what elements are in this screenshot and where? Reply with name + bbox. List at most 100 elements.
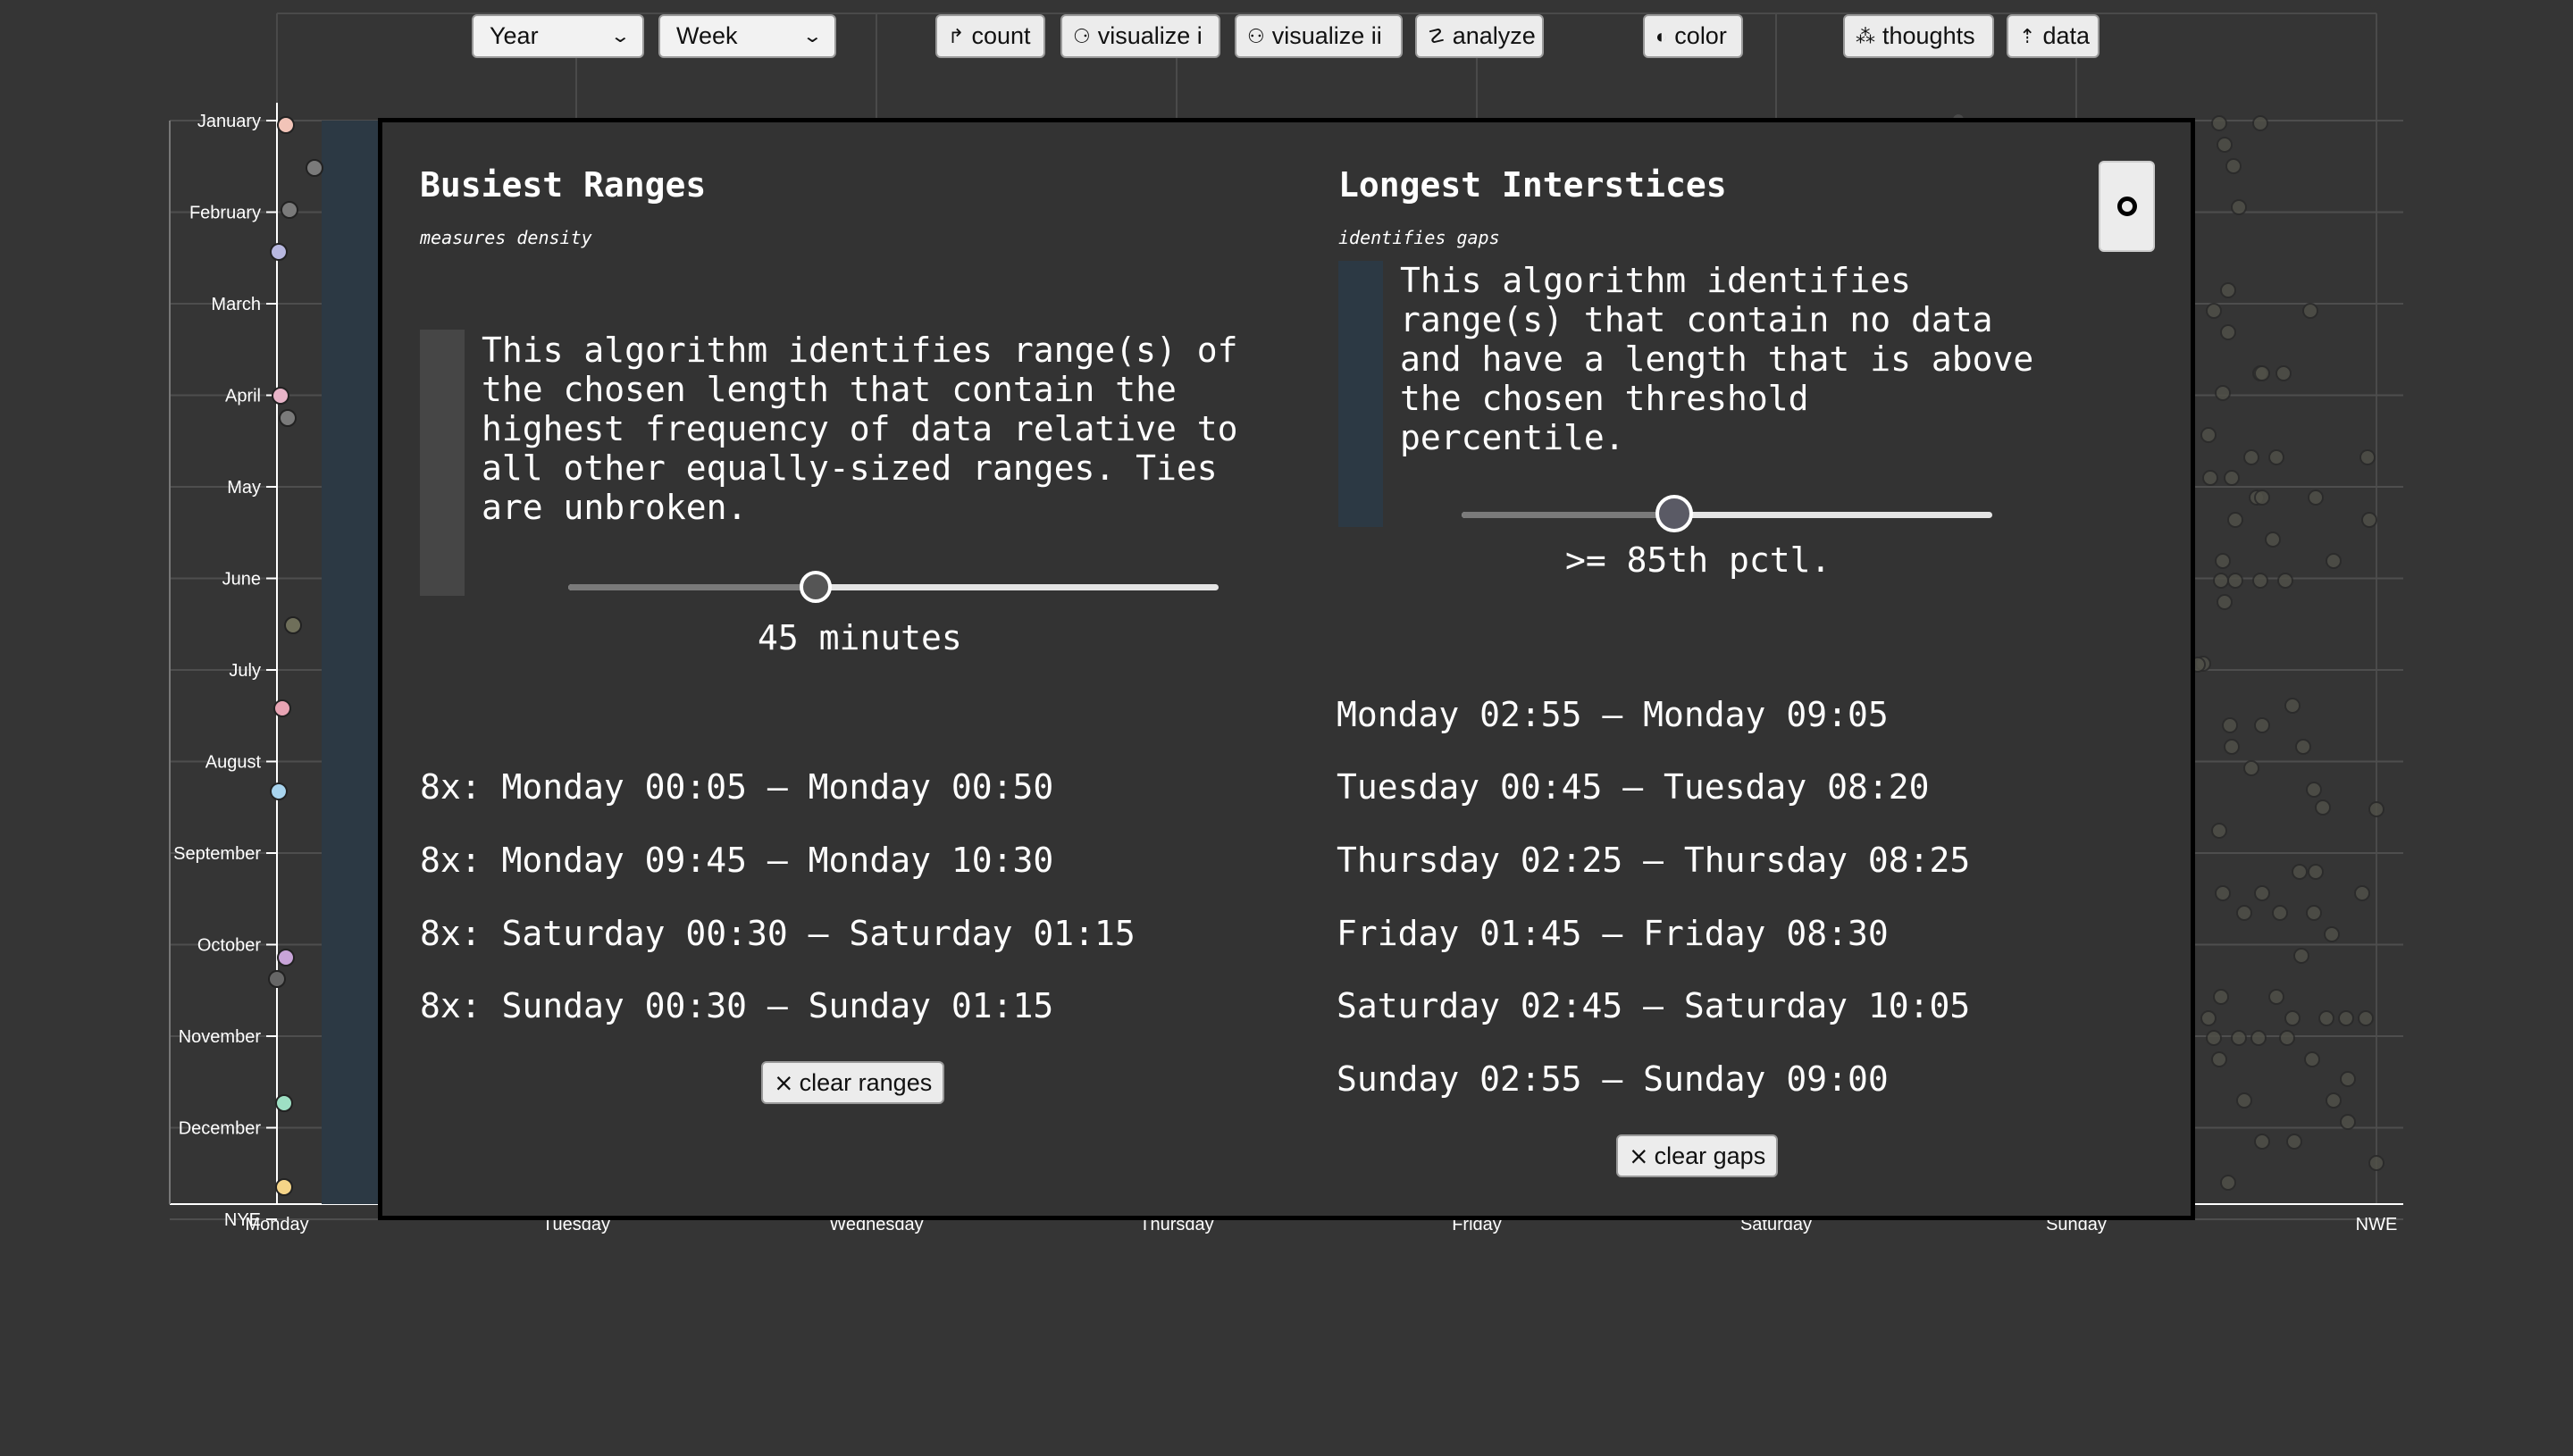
close-x-icon: ⨯ (1629, 1142, 1649, 1169)
data-point (2227, 573, 2243, 589)
y-tick-label: May (227, 478, 261, 498)
highlight-band (322, 121, 384, 1204)
period-select-value: Year (490, 22, 539, 49)
y-tick-label: April (225, 387, 261, 406)
y-tick-label: December (179, 1119, 262, 1139)
data-point (2324, 926, 2340, 942)
analyze-button-label: analyze (1452, 22, 1536, 49)
analyze-modal: Busiest Ranges measures density This alg… (378, 118, 2195, 1220)
y-tick-label: March (211, 295, 261, 314)
data-point (2215, 885, 2231, 901)
data-point (2326, 553, 2342, 569)
data-point (270, 782, 288, 800)
data-point (2231, 199, 2247, 215)
data-point (2304, 1051, 2320, 1067)
y-tick-label: October (197, 936, 261, 956)
clear-gaps-button[interactable]: ⨯ clear gaps (1616, 1134, 1779, 1177)
slider-handle[interactable] (1655, 495, 1693, 532)
y-tick-label: September (173, 844, 261, 864)
y-tick-label: January (197, 112, 261, 131)
count-icon: ↱ (948, 24, 965, 47)
range-length-slider[interactable] (568, 571, 1219, 603)
data-point (2220, 282, 2236, 298)
data-point (2293, 948, 2309, 964)
data-point (2206, 303, 2222, 319)
data-point (2265, 531, 2281, 548)
data-point (2222, 717, 2238, 733)
data-point (272, 387, 289, 405)
data-point (273, 699, 291, 717)
data-point (2236, 1092, 2252, 1109)
busiest-range-result: 8x: Saturday 00:30 – Saturday 01:15 (420, 914, 1136, 953)
data-point (2315, 799, 2331, 816)
data-point (2272, 905, 2288, 921)
data-point (2215, 553, 2231, 569)
visualize-ii-button-label: visualize ii (1271, 22, 1382, 49)
data-point (284, 616, 302, 634)
data-point (268, 970, 286, 988)
data-point (2359, 449, 2376, 465)
data-point (2340, 1071, 2356, 1087)
data-point (2306, 782, 2322, 798)
data-point (2338, 1010, 2354, 1026)
data-point (2354, 885, 2370, 901)
interstice-result: Saturday 02:45 – Saturday 10:05 (1337, 986, 1971, 1025)
data-point (2213, 573, 2229, 589)
interval-select[interactable]: Week ⌄ (658, 14, 836, 58)
data-point (2358, 1010, 2374, 1026)
data-point (2284, 1010, 2301, 1026)
longest-interstices-description: This algorithm identifies range(s) that … (1400, 261, 2034, 457)
data-point (2227, 512, 2243, 528)
data-point (2225, 158, 2242, 174)
period-select[interactable]: Year ⌄ (472, 14, 644, 58)
analyze-button[interactable]: ☡ analyze (1415, 14, 1544, 58)
chevron-down-icon: ⌄ (609, 27, 632, 46)
data-point (2211, 823, 2227, 839)
data-point (2268, 449, 2284, 465)
data-point (2279, 1030, 2295, 1046)
slider-handle[interactable] (799, 571, 832, 603)
data-point (277, 116, 295, 134)
analyze-icon: ☡ (1428, 24, 1446, 47)
data-point (2211, 115, 2227, 131)
count-button[interactable]: ↱ count (935, 14, 1045, 58)
visualize-i-icon: ⚆ (1073, 24, 1091, 47)
visualize-i-button[interactable]: ⚆ visualize i (1060, 14, 1220, 58)
longest-interstices-panel: Longest Interstices identifies gaps This… (1276, 122, 2196, 1216)
clear-ranges-button[interactable]: ⨯ clear ranges (761, 1061, 945, 1104)
data-point (2361, 512, 2377, 528)
data-point (2215, 385, 2231, 401)
x-tick-label: NWE (2356, 1215, 2398, 1234)
data-point (2326, 1092, 2342, 1109)
upload-icon: ⇡ (2019, 24, 2036, 47)
data-point (2308, 864, 2324, 880)
longest-interstices-title: Longest Interstices (1338, 165, 1727, 205)
data-point (2206, 1030, 2222, 1046)
busiest-ranges-description: This algorithm identifies range(s) of th… (482, 331, 1238, 527)
data-point (2236, 905, 2252, 921)
data-point (2231, 1030, 2247, 1046)
data-point (2224, 739, 2240, 755)
percentile-slider[interactable] (1462, 495, 1992, 532)
data-point (279, 409, 297, 427)
data-point (2243, 449, 2259, 465)
data-point (2254, 365, 2270, 381)
data-point (2306, 905, 2322, 921)
busiest-range-result: 8x: Monday 09:45 – Monday 10:30 (420, 841, 1054, 880)
data-point (2277, 573, 2293, 589)
data-point (2286, 1134, 2302, 1150)
data-point (2254, 717, 2270, 733)
data-point (2220, 1175, 2236, 1191)
interval-select-value: Week (676, 22, 738, 49)
visualize-i-button-label: visualize i (1097, 22, 1203, 49)
data-button[interactable]: ⇡ data (2007, 14, 2099, 58)
busiest-range-result: 8x: Sunday 00:30 – Sunday 01:15 (420, 986, 1054, 1025)
thoughts-button[interactable]: ⁂ thoughts (1843, 14, 1994, 58)
data-point (2217, 594, 2233, 610)
y-tick-label: July (229, 661, 261, 681)
data-point (2318, 1010, 2334, 1026)
description-accent-bar (420, 330, 465, 596)
visualize-ii-button[interactable]: ⚇ visualize ii (1235, 14, 1403, 58)
interstice-result: Monday 02:55 – Monday 09:05 (1337, 695, 1889, 734)
color-button[interactable]: ◐ color (1643, 14, 1743, 58)
